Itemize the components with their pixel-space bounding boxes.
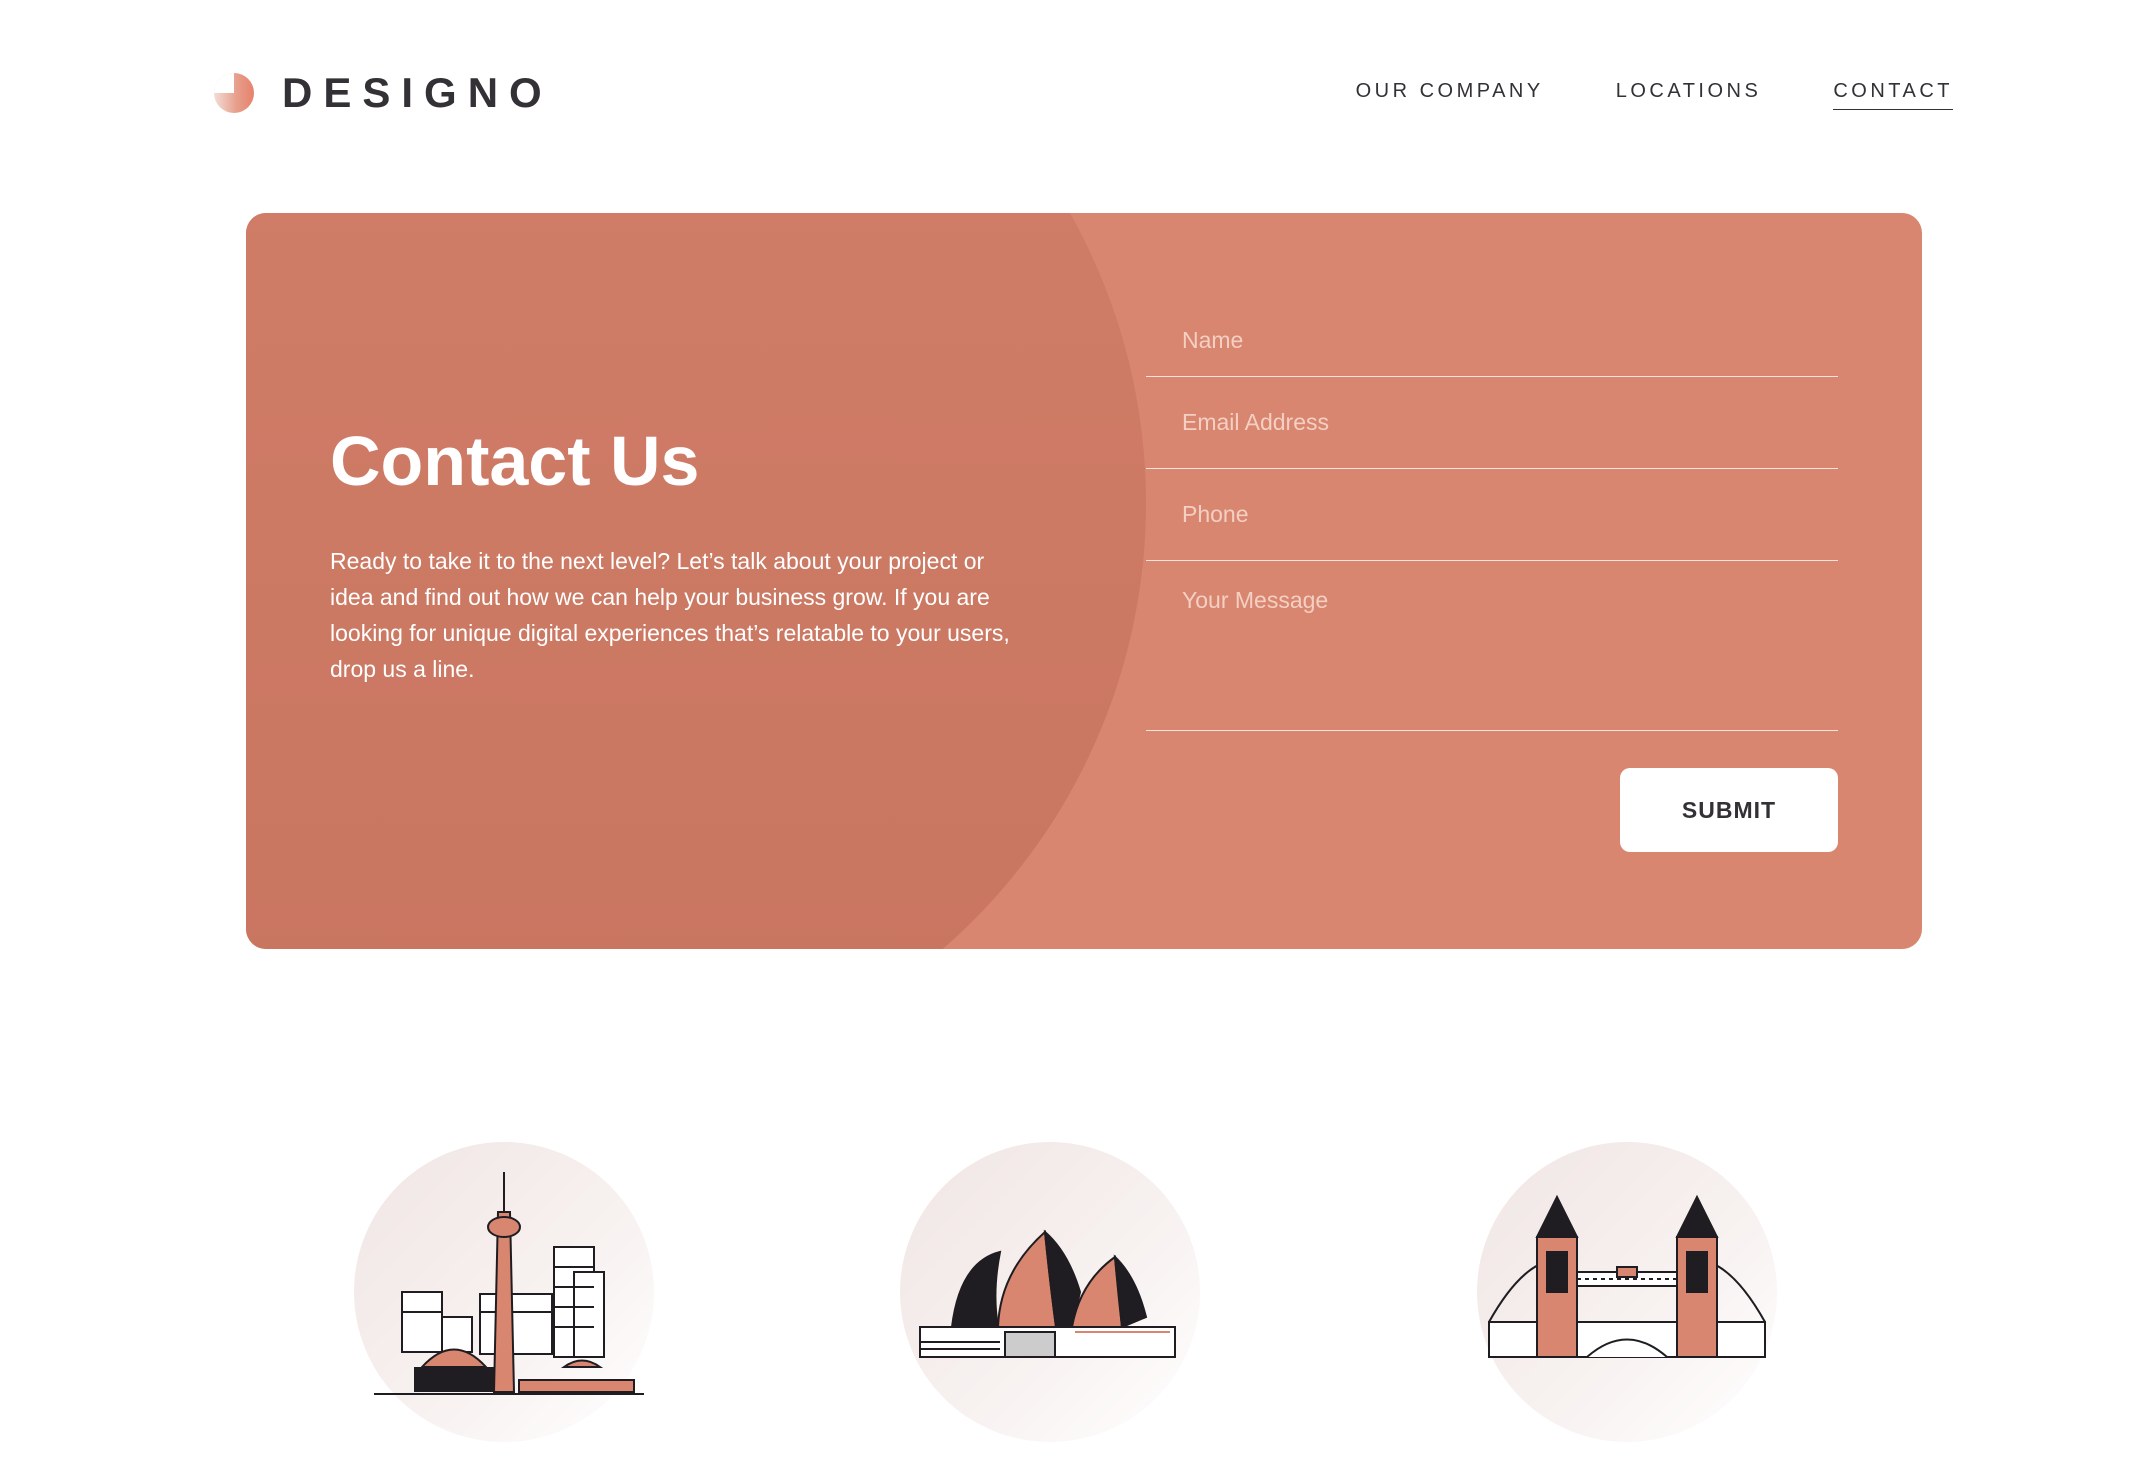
contact-card: Contact Us Ready to take it to the next … xyxy=(246,213,1922,949)
toronto-skyline-icon xyxy=(374,1172,644,1395)
phone-field[interactable] xyxy=(1146,469,1838,560)
nav-contact[interactable]: CONTACT xyxy=(1833,80,1953,110)
message-field-wrapper xyxy=(1146,587,1838,731)
email-field-wrapper xyxy=(1146,377,1838,469)
brand-name: DESIGNO xyxy=(282,69,553,116)
contact-description: Ready to take it to the next level? Let’… xyxy=(330,548,1010,682)
name-field[interactable] xyxy=(1146,305,1838,376)
message-field[interactable] xyxy=(1146,587,1838,730)
contact-title: Contact Us xyxy=(330,422,700,500)
logo-circle-icon xyxy=(214,73,254,113)
tower-bridge-icon xyxy=(1488,1194,1766,1358)
location-card-london[interactable] xyxy=(1477,1142,1777,1442)
sydney-opera-house-icon xyxy=(919,1229,1176,1358)
phone-field-wrapper xyxy=(1146,469,1838,561)
name-field-wrapper xyxy=(1146,305,1838,377)
brand-logo[interactable]: DESIGNO xyxy=(214,66,553,120)
location-card-sydney[interactable] xyxy=(900,1142,1200,1442)
location-card-toronto[interactable] xyxy=(354,1142,654,1442)
email-field[interactable] xyxy=(1146,377,1838,468)
nav-locations[interactable]: LOCATIONS xyxy=(1616,80,1762,110)
main-nav: OUR COMPANY LOCATIONS CONTACT xyxy=(1356,80,1953,110)
submit-button[interactable]: SUBMIT xyxy=(1620,768,1838,852)
nav-our-company[interactable]: OUR COMPANY xyxy=(1356,80,1544,110)
